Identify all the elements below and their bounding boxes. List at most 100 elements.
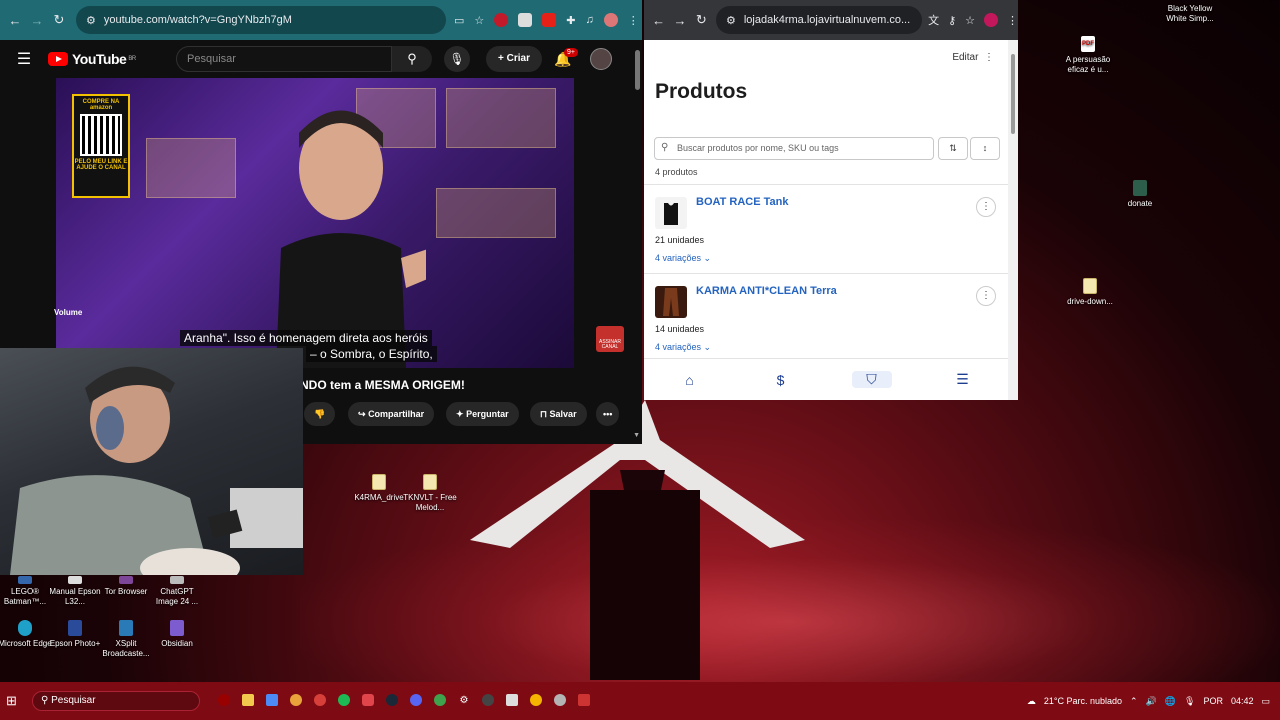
task-view-icon[interactable] bbox=[212, 689, 236, 713]
microphone-icon[interactable]: 🎙 bbox=[1184, 696, 1195, 707]
microphone-icon[interactable]: 🎙 bbox=[444, 46, 470, 72]
sort-button[interactable]: ↕ bbox=[970, 137, 1000, 160]
share-button[interactable]: ↪ Compartilhar bbox=[348, 402, 435, 426]
desktop-icon-manual-epson[interactable]: Manual Epson L32... bbox=[47, 576, 103, 607]
desktop-icon-epson-photo[interactable]: Epson Photo+ bbox=[47, 620, 103, 649]
chevron-up-icon[interactable]: ⌃ bbox=[1130, 696, 1138, 707]
product-more-button[interactable]: ⋮ bbox=[976, 286, 996, 306]
desktop-icon-donate[interactable]: donate bbox=[1112, 180, 1168, 209]
desktop-icon-pdf[interactable]: PDF A persuasão eficaz é u... bbox=[1060, 36, 1116, 75]
desktop-icon-xsplit[interactable]: XSplit Broadcaste... bbox=[98, 620, 154, 659]
url-text: youtube.com/watch?v=GngYNbzh7gM bbox=[103, 14, 292, 26]
settings-gear-icon[interactable]: ⚙ bbox=[452, 689, 476, 713]
bookmark-star-icon[interactable]: ☆ bbox=[965, 14, 975, 27]
windows-start-icon[interactable]: ⊞ bbox=[6, 693, 32, 709]
kebab-menu-icon[interactable]: ⋮ bbox=[1007, 14, 1018, 27]
create-button[interactable]: + Criar bbox=[486, 46, 542, 72]
scroll-down-arrow-icon[interactable]: ▼ bbox=[633, 432, 640, 439]
desktop-icon-obsidian[interactable]: Obsidian bbox=[149, 620, 205, 649]
product-variations-toggle[interactable]: 4 variações ⌄ bbox=[655, 253, 711, 264]
ask-button[interactable]: ✦ Perguntar bbox=[446, 402, 519, 426]
bookmark-star-icon[interactable]: ☆ bbox=[474, 14, 484, 27]
edit-menu[interactable]: Editar ⋮ bbox=[952, 52, 994, 63]
network-icon[interactable]: 🌐 bbox=[1165, 696, 1176, 707]
youtube-logo[interactable]: YouTube BR bbox=[48, 51, 136, 67]
desktop-icon-tknvlt[interactable]: TKNVLT - Free Melod... bbox=[402, 474, 458, 513]
product-variations-toggle[interactable]: 4 variações ⌄ bbox=[655, 342, 711, 353]
forward-arrow-icon[interactable]: → bbox=[26, 13, 48, 28]
address-bar[interactable]: ⚙ youtube.com/watch?v=GngYNbzh7gM bbox=[76, 6, 446, 34]
chrome-icon[interactable] bbox=[284, 689, 308, 713]
steam-icon[interactable] bbox=[380, 689, 404, 713]
back-arrow-icon[interactable]: ← bbox=[4, 13, 26, 28]
youtube-extension-icon[interactable] bbox=[542, 13, 557, 27]
desktop-icon-edge[interactable]: Microsoft Edge bbox=[0, 620, 53, 649]
weather-text[interactable]: 21°C Parc. nublado bbox=[1044, 696, 1122, 706]
speaker-icon[interactable]: 🔊 bbox=[1146, 696, 1157, 707]
cast-icon[interactable]: ▭ bbox=[454, 14, 464, 27]
product-more-button[interactable]: ⋮ bbox=[976, 197, 996, 217]
password-key-icon[interactable]: ⚷ bbox=[948, 14, 956, 27]
extension-red-icon[interactable] bbox=[494, 13, 509, 27]
hamburger-menu-icon[interactable]: ☰ bbox=[0, 49, 48, 69]
reload-icon[interactable]: ↻ bbox=[48, 12, 70, 28]
reload-icon[interactable]: ↻ bbox=[691, 12, 712, 28]
media-player-icon[interactable] bbox=[476, 689, 500, 713]
weather-icon[interactable]: ☁ bbox=[1027, 696, 1036, 707]
spotify-icon[interactable] bbox=[332, 689, 356, 713]
forward-arrow-icon[interactable]: → bbox=[669, 13, 690, 28]
app-icon[interactable] bbox=[500, 689, 524, 713]
desktop-icon-lego[interactable]: LEGO® Batman™... bbox=[0, 576, 53, 607]
address-bar[interactable]: ⚙ lojadak4rma.lojavirtualnuvem.co... bbox=[715, 6, 923, 34]
product-search-input[interactable]: ⚲ Buscar produtos por nome, SKU ou tags bbox=[654, 137, 934, 160]
dislike-button[interactable]: 👎 bbox=[304, 402, 336, 426]
search-icon[interactable]: ⚲ bbox=[392, 46, 432, 72]
app-icon[interactable] bbox=[356, 689, 380, 713]
scrollbar[interactable] bbox=[1008, 40, 1018, 400]
product-row[interactable]: KARMA ANTI*CLEAN Terra 14 unidades 4 var… bbox=[644, 273, 1008, 361]
dollar-icon[interactable]: $ bbox=[761, 372, 801, 388]
home-icon[interactable]: ⌂ bbox=[670, 372, 710, 388]
chrome-icon[interactable] bbox=[524, 689, 548, 713]
filter-button[interactable]: ⇅ bbox=[938, 137, 968, 160]
extensions-puzzle-icon[interactable]: ✚ bbox=[566, 14, 575, 27]
notification-icon[interactable]: ▭ bbox=[1261, 696, 1270, 707]
more-actions-button[interactable]: ••• bbox=[596, 402, 620, 426]
chrome-icon[interactable] bbox=[308, 689, 332, 713]
video-player[interactable]: COMPRE NA amazon PELO MEU LINK E AJUDE O… bbox=[56, 78, 574, 368]
chrome-icon[interactable] bbox=[428, 689, 452, 713]
desktop-icon-tor[interactable]: Tor Browser bbox=[98, 576, 154, 597]
file-explorer-icon[interactable] bbox=[236, 689, 260, 713]
translate-icon[interactable]: 文 bbox=[928, 12, 939, 28]
site-info-icon[interactable]: ⚙ bbox=[86, 14, 96, 27]
tag-icon[interactable]: ⛉ bbox=[851, 371, 892, 388]
site-info-icon[interactable]: ⚙ bbox=[726, 14, 736, 27]
menu-icon[interactable]: ☰ bbox=[943, 371, 983, 388]
app-icon[interactable] bbox=[260, 689, 284, 713]
product-name[interactable]: BOAT RACE Tank bbox=[696, 196, 789, 208]
taskbar-search[interactable]: ⚲ Pesquisar bbox=[32, 691, 200, 711]
media-icon[interactable]: ♫ bbox=[586, 14, 594, 26]
app-icon[interactable] bbox=[572, 689, 596, 713]
discord-icon[interactable] bbox=[404, 689, 428, 713]
subscribe-watermark[interactable]: ASSINAR CANAL bbox=[596, 326, 624, 352]
scrollbar-thumb[interactable] bbox=[1011, 54, 1015, 134]
youtube-search-input[interactable]: Pesquisar bbox=[176, 46, 392, 72]
desktop-icon-drive-download[interactable]: drive-down... bbox=[1062, 278, 1118, 307]
profile-icon[interactable] bbox=[603, 13, 618, 27]
desktop-icon-karma-drive[interactable]: K4RMA_drive bbox=[351, 474, 407, 503]
desktop-icon-black-yellow[interactable]: Black Yellow White Simp... bbox=[1160, 4, 1220, 24]
back-arrow-icon[interactable]: ← bbox=[648, 13, 669, 28]
save-button[interactable]: ⊓ Salvar bbox=[530, 402, 587, 426]
desktop-icon-chatgpt-image[interactable]: ChatGPT Image 24 ... bbox=[149, 576, 205, 607]
profile-icon[interactable] bbox=[984, 13, 999, 27]
scrollbar-thumb[interactable] bbox=[635, 50, 640, 90]
language-indicator[interactable]: POR bbox=[1203, 696, 1223, 706]
product-row[interactable]: BOAT RACE Tank 21 unidades 4 variações ⌄… bbox=[644, 184, 1008, 272]
avatar[interactable] bbox=[590, 48, 612, 70]
kebab-menu-icon[interactable]: ⋮ bbox=[628, 14, 639, 27]
app-icon[interactable] bbox=[548, 689, 572, 713]
extension-box-icon[interactable] bbox=[518, 13, 533, 27]
clock[interactable]: 04:42 bbox=[1231, 696, 1254, 706]
product-name[interactable]: KARMA ANTI*CLEAN Terra bbox=[696, 285, 837, 297]
